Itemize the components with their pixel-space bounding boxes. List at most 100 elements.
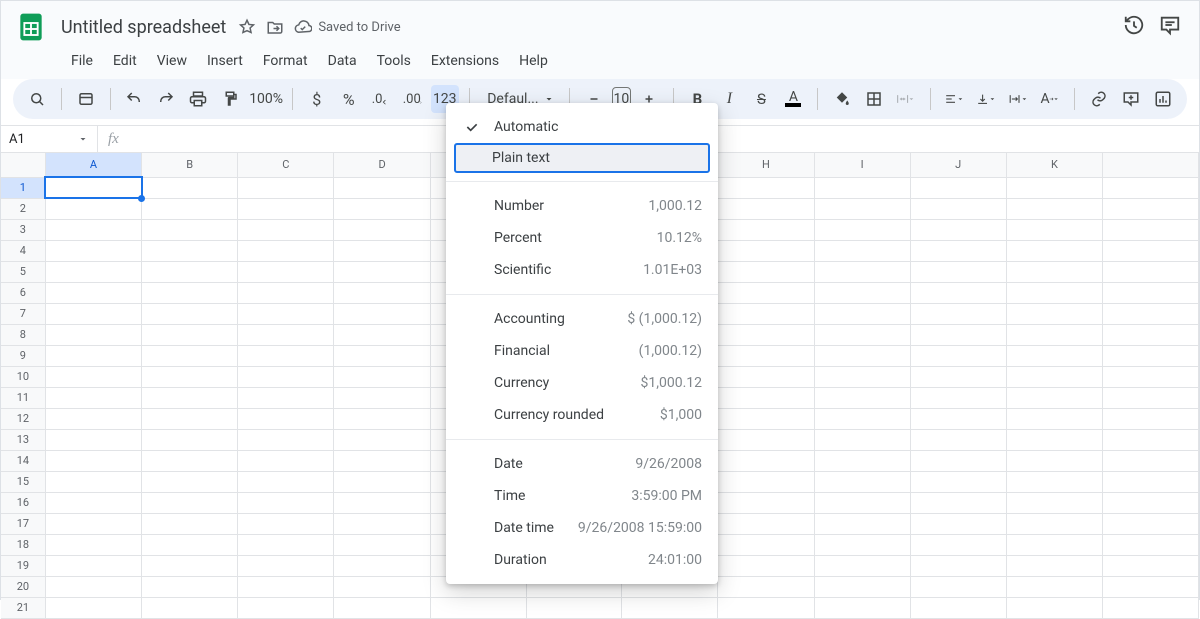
column-header[interactable]: B (142, 153, 238, 177)
cell[interactable] (718, 240, 814, 261)
cell[interactable] (814, 282, 910, 303)
format-option-date-time[interactable]: Date time9/26/2008 15:59:00 (446, 512, 718, 544)
cell[interactable] (1006, 240, 1102, 261)
cell[interactable] (1006, 198, 1102, 219)
cell[interactable] (334, 534, 430, 555)
cell[interactable] (1006, 597, 1102, 618)
cell[interactable] (1103, 240, 1199, 261)
row-header[interactable]: 21 (1, 597, 45, 618)
format-option-currency-rounded[interactable]: Currency rounded$1,000 (446, 399, 718, 431)
cell[interactable] (718, 177, 814, 198)
text-color-button[interactable]: A (779, 85, 807, 113)
cell[interactable] (910, 303, 1006, 324)
cell[interactable] (334, 324, 430, 345)
strikethrough-button[interactable]: S (747, 85, 775, 113)
cell[interactable] (45, 576, 141, 597)
menu-tools[interactable]: Tools (369, 49, 419, 73)
cell[interactable] (814, 261, 910, 282)
redo-icon[interactable] (152, 85, 180, 113)
cell[interactable] (910, 261, 1006, 282)
cell[interactable] (334, 219, 430, 240)
cell[interactable] (910, 450, 1006, 471)
cell[interactable] (910, 324, 1006, 345)
cell[interactable] (430, 597, 526, 618)
increase-decimal-icon[interactable]: .00 (399, 85, 427, 113)
cell[interactable] (142, 366, 238, 387)
name-box[interactable]: A1 (1, 126, 97, 152)
cell[interactable] (814, 513, 910, 534)
cell[interactable] (1103, 576, 1199, 597)
cell[interactable] (910, 345, 1006, 366)
cell[interactable] (142, 261, 238, 282)
row-header[interactable]: 5 (1, 261, 45, 282)
cell[interactable] (1006, 513, 1102, 534)
cell[interactable] (45, 324, 141, 345)
cell[interactable] (1006, 177, 1102, 198)
cell[interactable] (1006, 282, 1102, 303)
cell[interactable] (142, 240, 238, 261)
column-header[interactable] (1103, 153, 1199, 177)
cell[interactable] (1103, 261, 1199, 282)
cell[interactable] (1103, 282, 1199, 303)
cell[interactable] (334, 597, 430, 618)
cell[interactable] (910, 282, 1006, 303)
cell[interactable] (238, 597, 334, 618)
cell[interactable] (1006, 555, 1102, 576)
cell[interactable] (238, 555, 334, 576)
cell[interactable] (910, 429, 1006, 450)
row-header[interactable]: 14 (1, 450, 45, 471)
cell[interactable] (238, 345, 334, 366)
cell[interactable] (718, 534, 814, 555)
cell[interactable] (718, 513, 814, 534)
text-wrap-button[interactable] (1004, 85, 1032, 113)
cell[interactable] (142, 345, 238, 366)
cell[interactable] (334, 429, 430, 450)
cell[interactable] (718, 555, 814, 576)
row-header[interactable]: 8 (1, 324, 45, 345)
cell[interactable] (45, 303, 141, 324)
row-header[interactable]: 9 (1, 345, 45, 366)
cell[interactable] (910, 387, 1006, 408)
cell[interactable] (142, 450, 238, 471)
star-icon[interactable] (238, 18, 256, 36)
cell[interactable] (45, 345, 141, 366)
cell[interactable] (910, 534, 1006, 555)
cell[interactable] (238, 408, 334, 429)
cell[interactable] (1103, 387, 1199, 408)
cell[interactable] (814, 555, 910, 576)
cell[interactable] (1103, 471, 1199, 492)
cell[interactable] (1103, 513, 1199, 534)
cell[interactable] (45, 450, 141, 471)
cell[interactable] (718, 303, 814, 324)
format-option-plain-text[interactable]: Plain text (454, 143, 710, 173)
row-header[interactable]: 13 (1, 429, 45, 450)
cell[interactable] (1103, 219, 1199, 240)
cell[interactable] (1006, 576, 1102, 597)
cell[interactable] (1103, 324, 1199, 345)
cell[interactable] (622, 597, 718, 618)
cell[interactable] (334, 408, 430, 429)
row-header[interactable]: 12 (1, 408, 45, 429)
cell[interactable] (1103, 177, 1199, 198)
menu-view[interactable]: View (149, 49, 195, 73)
format-option-number[interactable]: Number1,000.12 (446, 190, 718, 222)
cell[interactable] (814, 408, 910, 429)
cell[interactable] (238, 366, 334, 387)
cell[interactable] (45, 408, 141, 429)
menu-format[interactable]: Format (255, 49, 316, 73)
cell[interactable] (1006, 534, 1102, 555)
cell[interactable] (1103, 408, 1199, 429)
row-header[interactable]: 6 (1, 282, 45, 303)
cell[interactable] (718, 597, 814, 618)
row-header[interactable]: 10 (1, 366, 45, 387)
cell[interactable] (238, 534, 334, 555)
cell[interactable] (334, 177, 430, 198)
cell[interactable] (718, 219, 814, 240)
cell[interactable] (910, 219, 1006, 240)
cell[interactable] (1103, 555, 1199, 576)
cell[interactable] (910, 198, 1006, 219)
cell[interactable] (814, 492, 910, 513)
paint-format-icon[interactable] (216, 85, 244, 113)
cell[interactable] (238, 219, 334, 240)
cell[interactable] (238, 387, 334, 408)
